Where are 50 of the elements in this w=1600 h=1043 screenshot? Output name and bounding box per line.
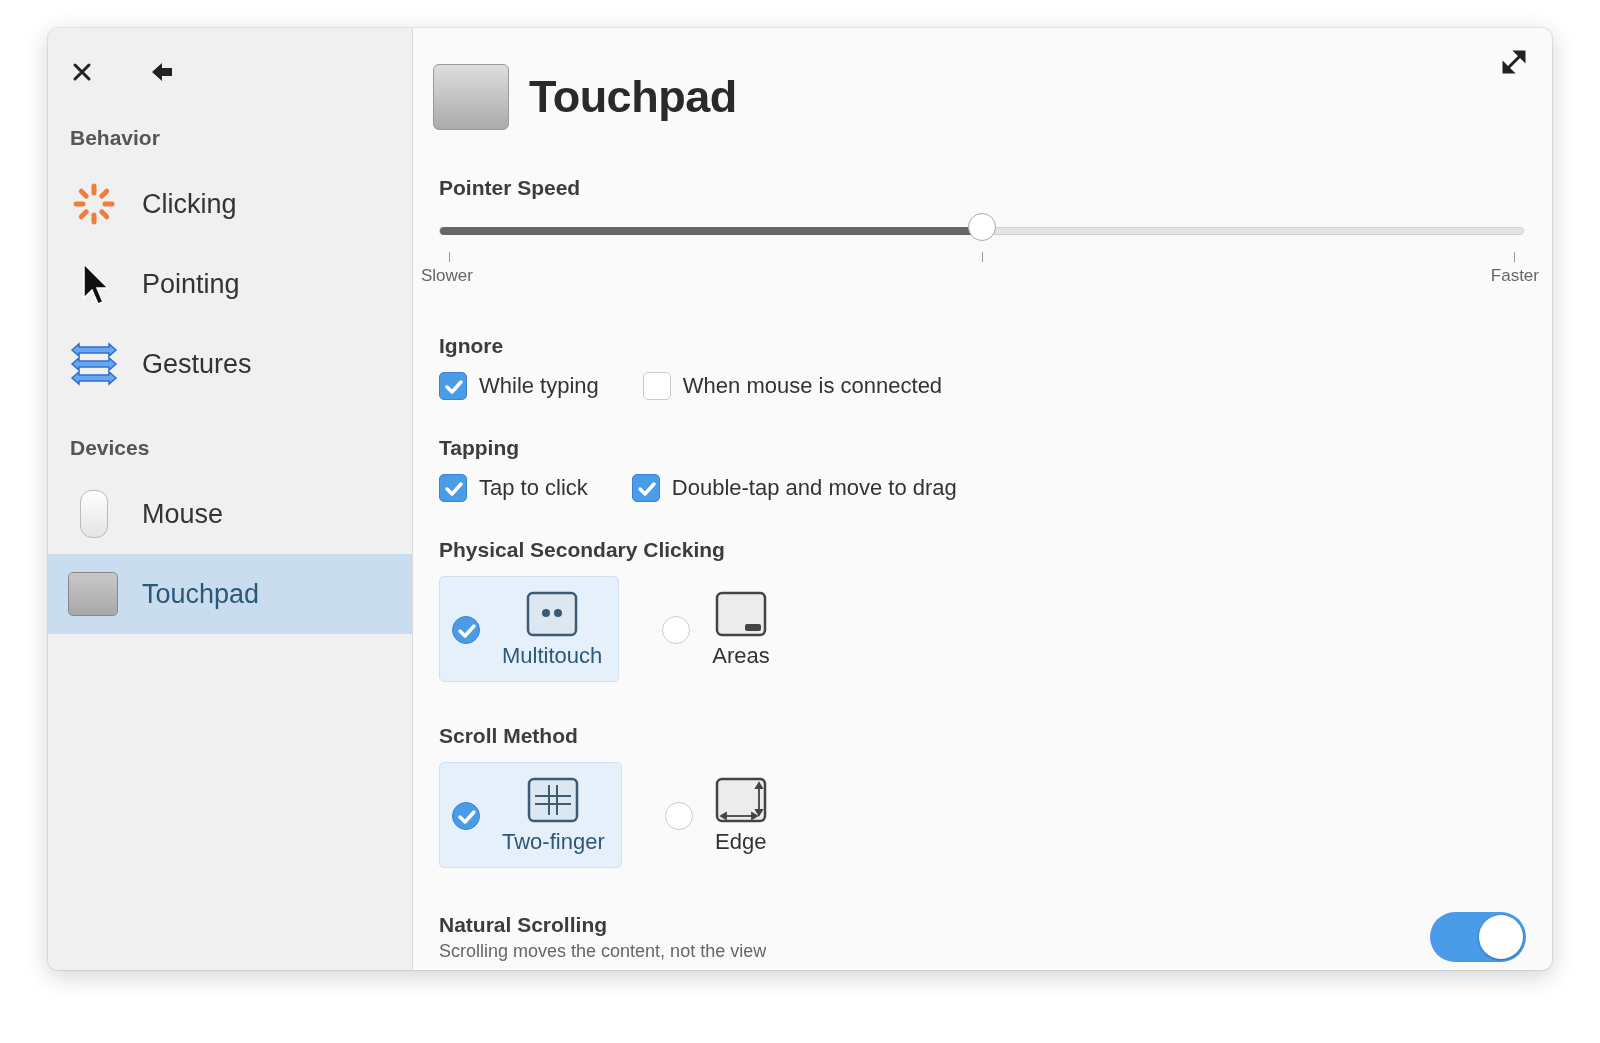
slider-max-label: Faster [1490,266,1539,286]
checkbox[interactable] [439,372,467,400]
sidebar-item[interactable]: Pointing [48,244,412,324]
touchpad-icon [433,64,509,130]
touchpad-cross-arrows-icon [527,777,580,823]
sidebar-item[interactable]: Clicking [48,164,412,244]
sidebar-section-title: Behavior [69,126,161,150]
checkbox-label: Tap to click [479,475,588,501]
mouse-icon [80,490,108,538]
radio-option-card[interactable]: Areas [649,576,787,682]
section-title: Physical Secondary Clicking [439,538,726,562]
checkbox[interactable] [439,474,467,502]
checkbox-label: While typing [479,373,599,399]
checkbox[interactable] [631,474,660,502]
checkbox[interactable] [642,372,671,400]
radio-option-card[interactable]: Two-finger [439,762,622,868]
radio-button[interactable] [664,802,693,830]
checkbox-label: Double-tap and move to drag [671,475,957,501]
section-title: Tapping [439,436,521,460]
option-label: Areas [712,643,770,669]
radio-option-card[interactable]: Multitouch [439,576,620,682]
checkbox-label: When mouse is connected [682,373,943,399]
option-label: Multitouch [502,643,603,669]
sidebar-item[interactable]: Gestures [48,324,412,404]
touchpad-edge-arrows-icon [714,777,767,823]
section-title: Natural Scrolling [439,912,609,937]
section-title: Ignore [439,334,505,358]
radio-button[interactable] [662,616,691,644]
sidebar-section-title: Devices [69,436,151,460]
touchpad-icon [68,572,118,616]
radio-button[interactable] [452,802,480,830]
slider-thumb[interactable] [967,213,996,241]
arrows-icon [70,340,118,388]
touchpad-two-dots-icon [526,591,579,637]
setting-description: Scrolling moves the content, not the view [439,940,767,962]
section-title: Pointer Speed [439,176,582,200]
section-title: Scroll Method [439,724,579,748]
touchpad-corner-icon [715,591,767,637]
expand-icon[interactable] [1502,50,1526,74]
sidebar-item[interactable]: Mouse [48,474,412,554]
sidebar-item[interactable]: Touchpad [48,554,412,634]
close-icon[interactable] [72,62,92,82]
page-title: Touchpad [529,71,737,123]
radio-button[interactable] [452,616,480,644]
toggle-switch[interactable] [1430,912,1526,962]
slider-min-label: Slower [421,266,473,286]
option-label: Edge [715,829,767,855]
back-arrow-icon[interactable] [150,61,174,83]
radio-option-card[interactable]: Edge [651,762,784,868]
option-label: Two-finger [502,829,605,855]
